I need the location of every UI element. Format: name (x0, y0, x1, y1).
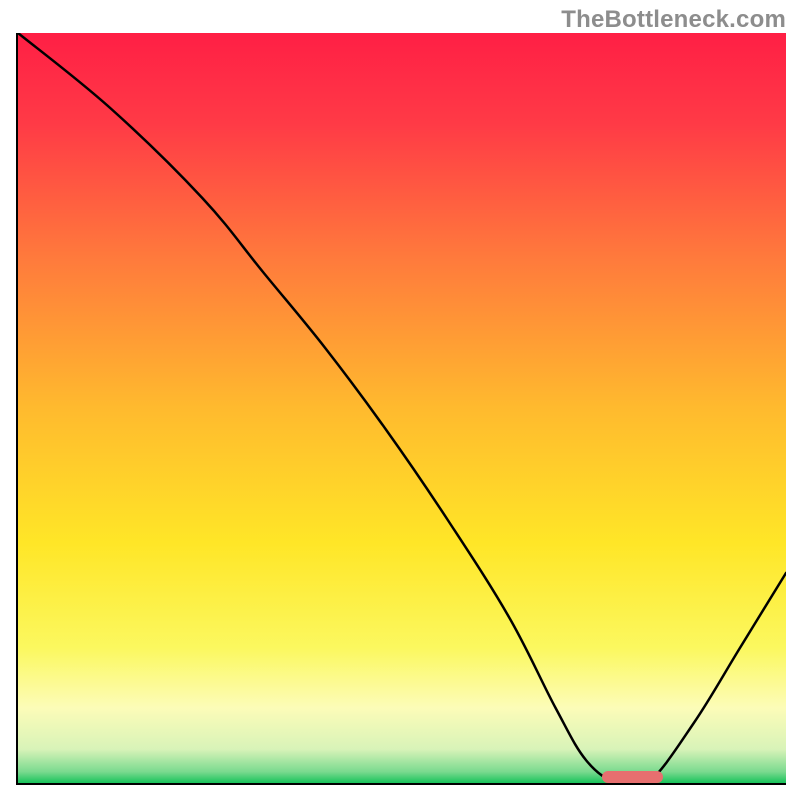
chart-svg (18, 33, 786, 783)
watermark-text: TheBottleneck.com (561, 6, 786, 34)
bottleneck-curve (18, 33, 786, 783)
optimal-zone-marker (602, 771, 663, 783)
bottleneck-chart: TheBottleneck.com (0, 0, 800, 800)
bg-gradient-rect (18, 33, 786, 783)
plot-area (16, 33, 786, 785)
